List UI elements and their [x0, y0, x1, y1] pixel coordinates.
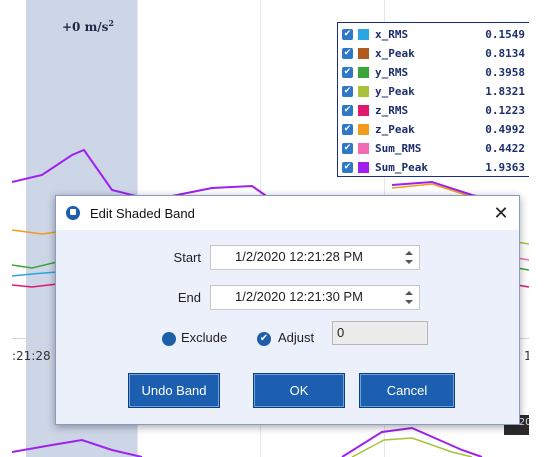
legend-series-value: 0.4992 [485, 123, 525, 136]
legend-series-name: x_Peak [375, 47, 415, 60]
end-datetime-input[interactable]: 1/2/2020 12:21:30 PM [210, 285, 420, 310]
legend-row[interactable]: ✔ y_RMS 0.3958 [342, 63, 525, 82]
legend-swatch [358, 67, 369, 78]
end-label: End [177, 290, 201, 305]
undo-band-button[interactable]: Undo Band [128, 373, 220, 408]
legend-swatch [358, 105, 369, 116]
exclude-radio[interactable] [162, 332, 176, 346]
app-icon [66, 206, 80, 220]
legend-swatch [358, 124, 369, 135]
legend-series-value: 1.9363 [485, 161, 525, 174]
legend-series-name: Sum_Peak [375, 161, 428, 174]
legend-swatch [358, 86, 369, 97]
legend-row[interactable]: ✔ x_RMS 0.1549 [342, 25, 525, 44]
spin-up-icon[interactable] [405, 291, 413, 295]
legend-checkbox[interactable]: ✔ [342, 86, 353, 97]
x-tick-label: 1 [524, 349, 529, 363]
dialog-title-bar[interactable]: Edit Shaded Band ✕ [56, 196, 519, 230]
start-datetime-input[interactable]: 1/2/2020 12:21:28 PM [210, 245, 420, 270]
end-datetime-value: 1/2/2020 12:21:30 PM [235, 289, 363, 304]
legend-series-value: 0.8134 [485, 47, 525, 60]
legend-swatch [358, 143, 369, 154]
legend-series-value: 0.1549 [485, 28, 525, 41]
adjust-checkbox[interactable]: ✔ [257, 332, 271, 346]
legend-swatch [358, 162, 369, 173]
start-label: Start [173, 250, 201, 265]
legend-series-value: 0.1223 [485, 104, 525, 117]
end-spinner[interactable] [402, 289, 416, 306]
legend-checkbox[interactable]: ✔ [342, 124, 353, 135]
legend-checkbox[interactable]: ✔ [342, 29, 353, 40]
legend-row[interactable]: ✔ x_Peak 0.8134 [342, 44, 525, 63]
legend-series-value: 0.4422 [485, 142, 525, 155]
sum-peak-line-bottom [12, 438, 143, 457]
x-tick-label: :21:28 [12, 349, 51, 363]
z-rms-line [12, 283, 58, 288]
dialog-title: Edit Shaded Band [90, 206, 195, 221]
legend-series-name: Sum_RMS [375, 142, 422, 155]
legend-series-value: 1.8321 [485, 85, 525, 98]
z-peak-line [12, 229, 58, 235]
legend-series-name: z_Peak [375, 123, 415, 136]
checkmark-icon: ✔ [259, 333, 269, 344]
legend-series-name: y_RMS [375, 66, 409, 79]
adjust-input[interactable]: 0 [332, 321, 428, 345]
legend-series-name: y_Peak [375, 85, 415, 98]
close-icon: ✕ [493, 203, 509, 223]
legend-swatch [358, 48, 369, 59]
sum-peak-line-bottom-right [341, 426, 483, 457]
legend-checkbox[interactable]: ✔ [342, 143, 353, 154]
legend-checkbox[interactable]: ✔ [342, 48, 353, 59]
exclude-label[interactable]: Exclude [181, 330, 227, 345]
legend-swatch [358, 29, 369, 40]
legend-checkbox[interactable]: ✔ [342, 67, 353, 78]
legend-row[interactable]: ✔ Sum_Peak 1.9363 [342, 158, 525, 177]
legend-series-name: x_RMS [375, 28, 409, 41]
spin-up-icon[interactable] [405, 251, 413, 255]
y-rms-line [12, 261, 58, 269]
legend-checkbox[interactable]: ✔ [342, 162, 353, 173]
legend-series-value: 0.3958 [485, 66, 525, 79]
legend-row[interactable]: ✔ y_Peak 1.8321 [342, 82, 525, 101]
legend-series-name: z_RMS [375, 104, 409, 117]
spin-down-icon[interactable] [405, 260, 413, 264]
edit-shaded-band-dialog: Edit Shaded Band ✕ Start 1/2/2020 12:21:… [55, 195, 520, 425]
legend-row[interactable]: ✔ Sum_RMS 0.4422 [342, 139, 525, 158]
legend-checkbox[interactable]: ✔ [342, 105, 353, 116]
adjust-label[interactable]: Adjust [278, 330, 314, 345]
legend-row[interactable]: ✔ z_Peak 0.4992 [342, 120, 525, 139]
sum-peak-line [12, 148, 273, 202]
start-datetime-value: 1/2/2020 12:21:28 PM [235, 249, 363, 264]
x-rms-line [12, 271, 58, 277]
legend-panel: ✔ x_RMS 0.1549 ✔ x_Peak 0.8134 ✔ y_RMS 0.3958 ✔ y_… [337, 22, 529, 177]
cancel-button[interactable]: Cancel [359, 373, 455, 408]
band-value-label: +0 m/s2 [62, 18, 114, 34]
start-spinner[interactable] [402, 249, 416, 266]
spin-down-icon[interactable] [405, 300, 413, 304]
legend-row[interactable]: ✔ z_RMS 0.1223 [342, 101, 525, 120]
ok-button[interactable]: OK [253, 373, 345, 408]
close-button[interactable]: ✕ [489, 201, 513, 225]
